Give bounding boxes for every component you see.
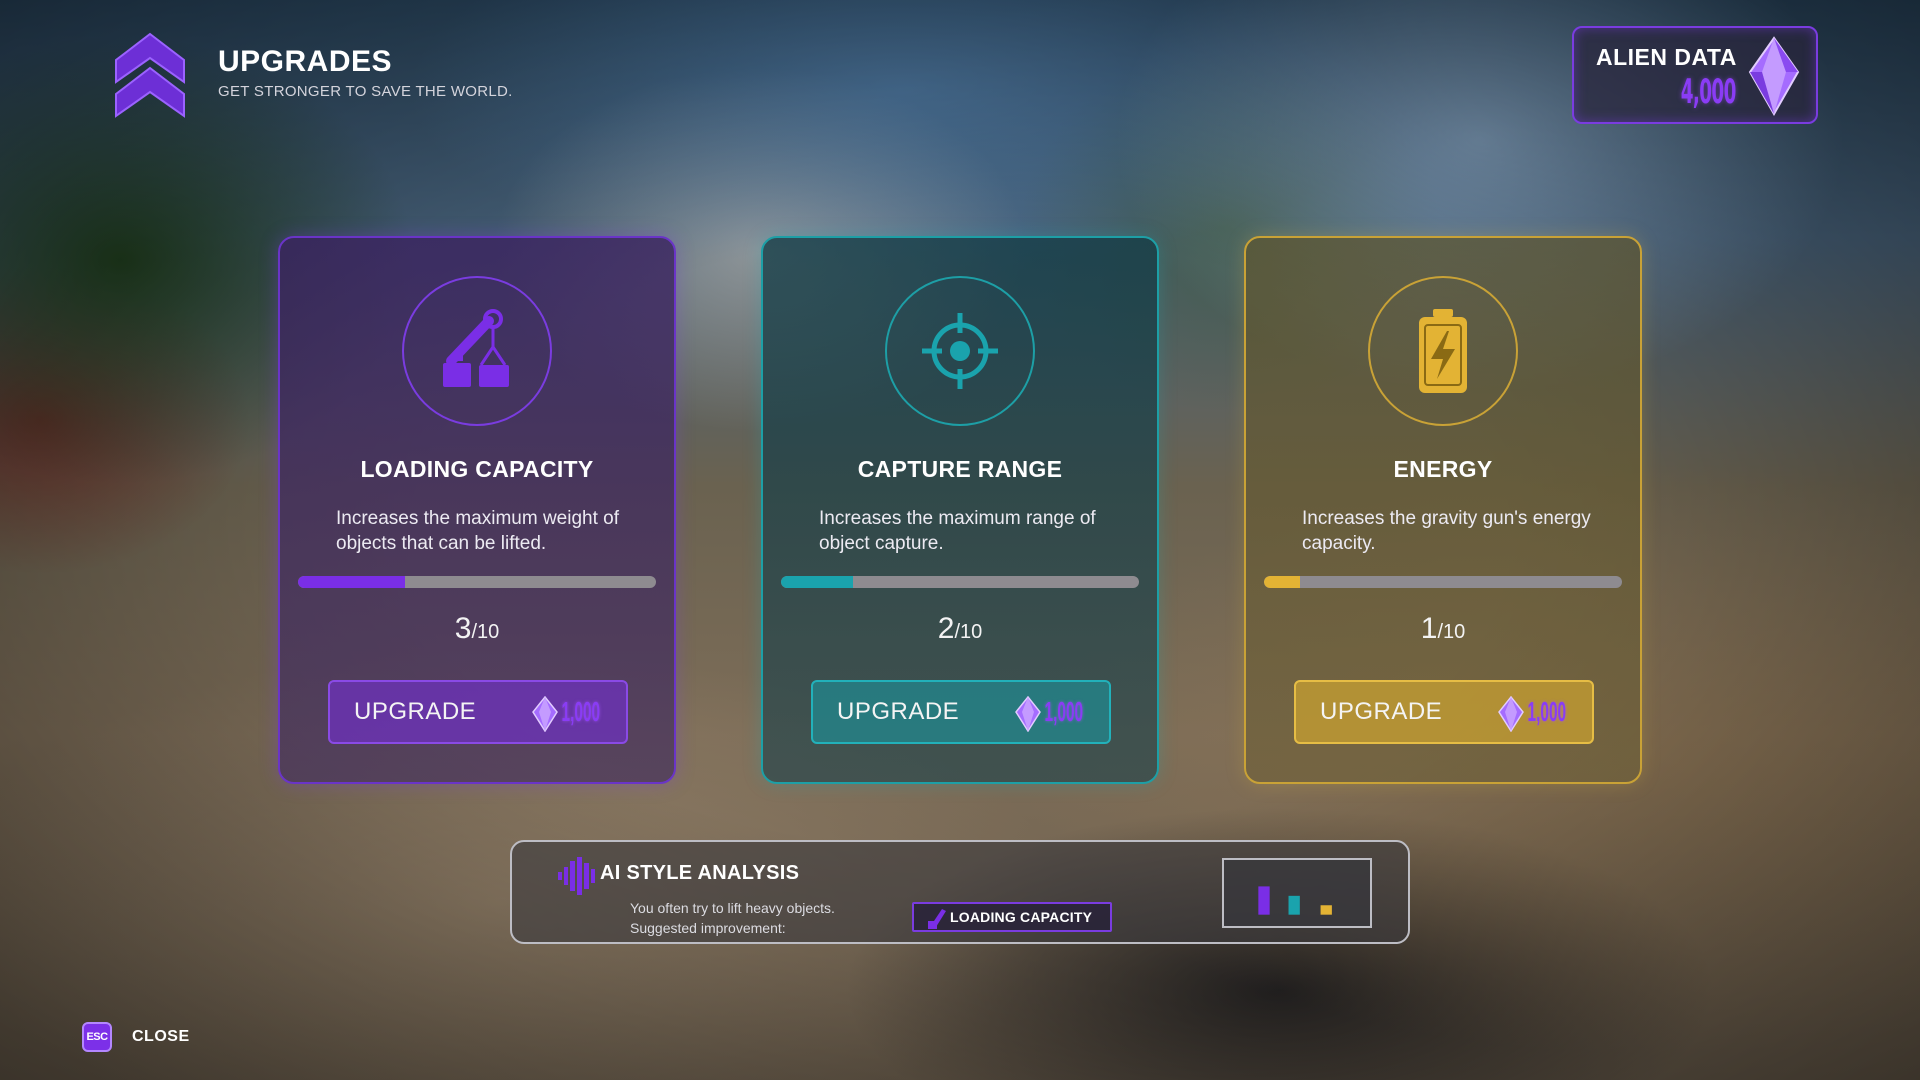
card-title: CAPTURE RANGE xyxy=(857,456,1063,482)
page-title: UPGRADES xyxy=(218,44,393,78)
currency-panel: ALIEN DATA 4,000 xyxy=(1572,26,1818,124)
upgrade-card-energy: ENERGY Increases the gravity gun's energ… xyxy=(1244,236,1642,784)
card-description: Increases the gravity gun's energy capac… xyxy=(1302,508,1591,554)
crosshair-icon xyxy=(922,313,998,389)
level-current: 2 xyxy=(937,612,955,645)
progress-fill xyxy=(781,576,853,588)
level-indicator: 3/10 xyxy=(280,612,674,646)
mini-bar-loading-capacity xyxy=(1258,886,1270,915)
suggested-upgrade-tag[interactable]: LOADING CAPACITY xyxy=(912,902,1112,932)
double-chevron-up-icon xyxy=(115,32,185,118)
ai-panel-line: You often try to lift heavy objects. xyxy=(630,900,835,916)
card-description: Increases the maximum range of object ca… xyxy=(819,508,1096,554)
progress-bar xyxy=(781,576,1139,588)
upgrade-cost: 1,000 xyxy=(1527,696,1566,727)
page-subtitle: GET STRONGER TO SAVE THE WORLD. xyxy=(218,82,513,100)
crane-icon xyxy=(928,909,946,929)
upgrade-cost: 1,000 xyxy=(1044,696,1083,727)
card-icon-ring xyxy=(402,276,552,426)
level-max: /10 xyxy=(471,621,500,643)
upgrade-card-capture-range: CAPTURE RANGE Increases the maximum rang… xyxy=(761,236,1159,784)
upgrade-button-loading-capacity[interactable]: UPGRADE 1,000 xyxy=(328,680,628,744)
ai-mini-chart xyxy=(1222,858,1372,928)
mini-bar-capture-range xyxy=(1288,895,1300,915)
crystal-gem-icon xyxy=(1498,696,1524,732)
upgrade-button-label: UPGRADE xyxy=(354,698,477,725)
ai-panel-line: Suggested improvement: xyxy=(630,920,786,936)
upgrade-button-label: UPGRADE xyxy=(1320,698,1443,725)
progress-bar xyxy=(298,576,656,588)
crystal-gem-icon xyxy=(1015,696,1041,732)
mini-bar-energy xyxy=(1320,905,1332,915)
card-description: Increases the maximum weight of objects … xyxy=(336,508,620,554)
battery-bolt-icon xyxy=(1419,309,1467,393)
upgrade-button-energy[interactable]: UPGRADE 1,000 xyxy=(1294,680,1594,744)
crystal-gem-icon xyxy=(1748,36,1800,116)
upgrade-card-loading-capacity: LOADING CAPACITY Increases the maximum w… xyxy=(278,236,676,784)
ai-panel-title: AI STYLE ANALYSIS xyxy=(600,862,800,884)
upgrade-cost: 1,000 xyxy=(561,696,600,727)
level-max: /10 xyxy=(954,621,983,643)
waveform-icon xyxy=(558,857,595,895)
currency-label: ALIEN DATA xyxy=(1596,44,1737,70)
mini-bar-chart xyxy=(1258,886,1332,915)
upgrade-button-label: UPGRADE xyxy=(837,698,960,725)
upgrade-button-capture-range[interactable]: UPGRADE 1,000 xyxy=(811,680,1111,744)
card-icon-ring xyxy=(1368,276,1518,426)
level-current: 3 xyxy=(454,612,472,645)
close-button[interactable]: ESC CLOSE xyxy=(82,1022,190,1052)
crane-icon xyxy=(443,309,509,387)
close-label: CLOSE xyxy=(132,1028,190,1045)
card-title: ENERGY xyxy=(1393,456,1493,482)
progress-bar xyxy=(1264,576,1622,588)
ai-panel-text: You often try to lift heavy objects. Sug… xyxy=(630,898,835,938)
progress-fill xyxy=(1264,576,1300,588)
currency-value: 4,000 xyxy=(1680,72,1737,112)
level-max: /10 xyxy=(1437,621,1466,643)
ai-style-analysis-panel: AI STYLE ANALYSIS You often try to lift … xyxy=(510,840,1410,944)
screen-header: UPGRADES GET STRONGER TO SAVE THE WORLD. xyxy=(112,30,513,122)
suggested-upgrade-label: LOADING CAPACITY xyxy=(950,909,1093,925)
level-indicator: 1/10 xyxy=(1246,612,1640,646)
esc-key-badge: ESC xyxy=(82,1022,112,1052)
level-indicator: 2/10 xyxy=(763,612,1157,646)
crystal-gem-icon xyxy=(532,696,558,732)
level-current: 1 xyxy=(1420,612,1438,645)
card-title: LOADING CAPACITY xyxy=(360,456,594,482)
card-icon-ring xyxy=(885,276,1035,426)
progress-fill xyxy=(298,576,406,588)
